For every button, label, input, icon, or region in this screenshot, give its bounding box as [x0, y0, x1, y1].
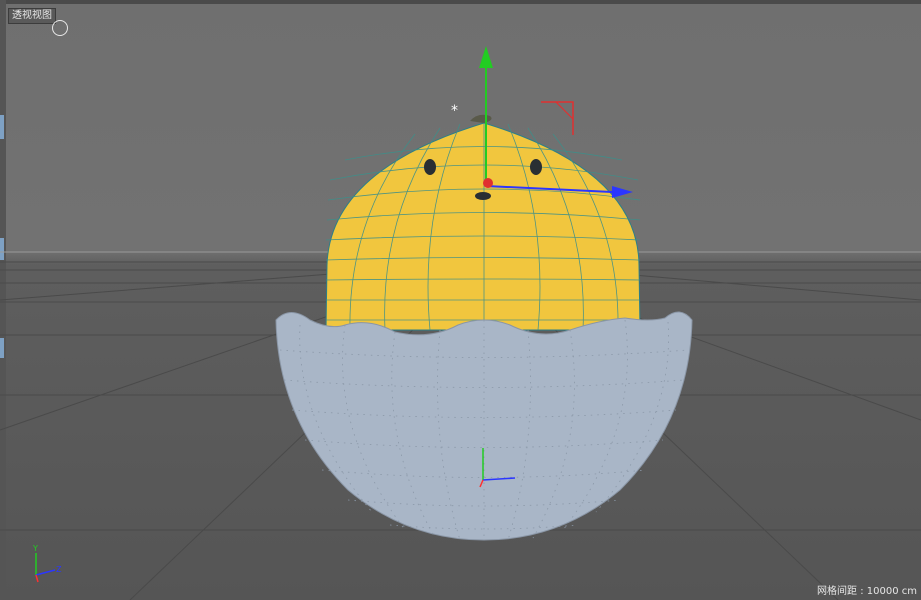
- x-axis-arrow[interactable]: [612, 186, 633, 198]
- rotate-corner-indicator: [541, 101, 574, 135]
- axis-z-label: Z: [56, 565, 62, 574]
- perspective-viewport[interactable]: * Y Z 透视视图 网格间距 : 10000 cm: [0, 0, 921, 600]
- y-axis-arrow[interactable]: [479, 46, 493, 68]
- chick-tuft[interactable]: [470, 114, 492, 123]
- axis-y-label: Y: [32, 544, 38, 553]
- grid-spacing-readout: 网格间距 : 10000 cm: [817, 586, 917, 597]
- chick-head-mesh[interactable]: [325, 114, 641, 331]
- world-axes-widget: Y Z: [32, 544, 62, 583]
- light-icon[interactable]: *: [451, 103, 458, 119]
- rotate-corner-diag: [555, 101, 574, 120]
- gizmo-center[interactable]: [483, 178, 493, 188]
- chick-left-eye[interactable]: [424, 159, 436, 175]
- chick-right-eye[interactable]: [530, 159, 542, 175]
- chick-beak[interactable]: [475, 192, 491, 200]
- navigation-circle-icon[interactable]: [52, 20, 68, 36]
- scene-canvas[interactable]: * Y Z: [0, 0, 921, 600]
- viewport-label[interactable]: 透视视图: [8, 8, 56, 24]
- eggshell-mesh[interactable]: [275, 311, 693, 541]
